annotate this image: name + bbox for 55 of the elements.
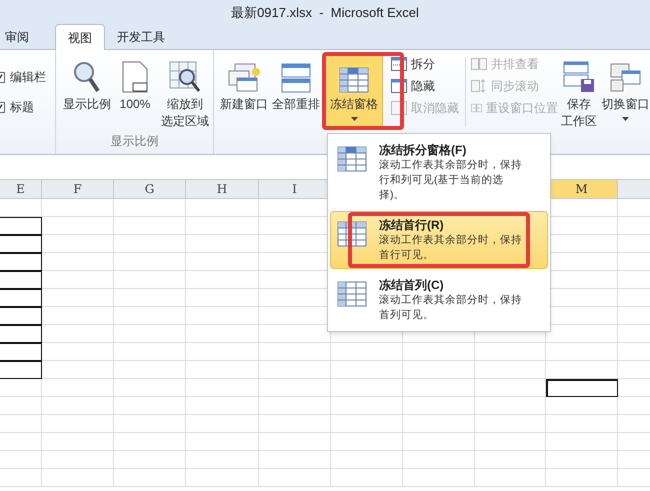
menu-item[interactable]: 冻结首行(R) 滚动工作表其余部分时，保持首行可见。 <box>330 211 548 269</box>
reset-position-icon <box>471 101 482 115</box>
table-cell[interactable] <box>0 253 42 271</box>
table-cell[interactable] <box>546 379 618 397</box>
menu-item[interactable]: 冻结拆分窗格(F) 滚动工作表其余部分时，保持行和列可见(基于当前的选择)。 <box>330 136 548 209</box>
ribbon-button[interactable]: 全部重排 <box>271 53 321 129</box>
page-icon <box>121 61 149 93</box>
sync-scroll-icon <box>471 79 487 93</box>
side-by-side-icon <box>471 57 487 71</box>
freeze-panes-icon <box>337 281 367 307</box>
ribbon-button[interactable]: 保存 工作区 <box>558 53 600 131</box>
arrange-all-icon <box>281 63 311 93</box>
caret-icon <box>350 117 358 121</box>
column-header[interactable]: G <box>114 180 186 198</box>
menu-item[interactable]: 冻结首列(C) 滚动工作表其余部分时，保持首列可见。 <box>330 271 548 329</box>
ribbon-button[interactable]: 100% <box>114 53 156 129</box>
table-cell[interactable] <box>0 271 42 289</box>
column-header[interactable]: H <box>186 180 259 198</box>
ribbon-button[interactable]: 拆分 <box>391 53 465 75</box>
ribbon-button[interactable]: 缩放到 选定区域 <box>156 53 214 131</box>
table-cell[interactable] <box>0 343 42 361</box>
table-cell[interactable] <box>0 307 42 325</box>
freeze-panes-icon <box>339 67 369 93</box>
column-header[interactable]: E <box>0 180 42 198</box>
ribbon-tab[interactable]: 视图 <box>55 24 105 50</box>
table-cell[interactable] <box>0 361 42 379</box>
ribbon-button[interactable]: 隐藏 <box>391 75 465 97</box>
table-cell[interactable] <box>0 289 42 307</box>
table-cell[interactable] <box>0 325 42 343</box>
group-label: 显示比例 <box>110 133 160 150</box>
new-window-icon <box>227 63 261 93</box>
column-header[interactable]: F <box>42 180 114 198</box>
window-title: 最新0917.xlsx - Microsoft Excel <box>231 4 419 22</box>
menu-item-title: 冻结首列(C) <box>379 277 445 293</box>
freeze-panes-icon <box>337 146 367 172</box>
caret-icon <box>622 117 629 121</box>
ribbon-tab[interactable]: 审阅 <box>0 24 39 49</box>
table-cell[interactable] <box>0 217 42 235</box>
table-cell[interactable] <box>0 235 42 253</box>
ribbon-button[interactable]: 切换窗口 <box>600 53 650 129</box>
checkbox-label: 编辑栏 <box>10 69 46 86</box>
ribbon-button[interactable]: 新建窗口 <box>217 53 271 129</box>
magnifier-icon <box>73 61 101 93</box>
save-workspace-icon <box>563 61 595 93</box>
checkbox-label: 标题 <box>10 99 34 116</box>
zoom-selection-icon <box>169 61 201 93</box>
ribbon-tab[interactable]: 开发工具 <box>105 24 177 49</box>
menu-item-description: 滚动工作表其余部分时，保持行和列可见(基于当前的选择)。 <box>379 158 523 203</box>
ribbon-button[interactable]: 显示比例 <box>60 53 114 129</box>
menu-item-title: 冻结首行(R) <box>379 217 445 233</box>
menu-item-description: 滚动工作表其余部分时，保持首行可见。 <box>379 233 523 263</box>
switch-windows-icon <box>610 63 642 93</box>
menu-item-title: 冻结拆分窗格(F) <box>379 142 468 158</box>
menu-item-description: 滚动工作表其余部分时，保持首列可见。 <box>379 293 523 323</box>
ribbon-button[interactable]: 冻结窗格 <box>325 53 383 129</box>
